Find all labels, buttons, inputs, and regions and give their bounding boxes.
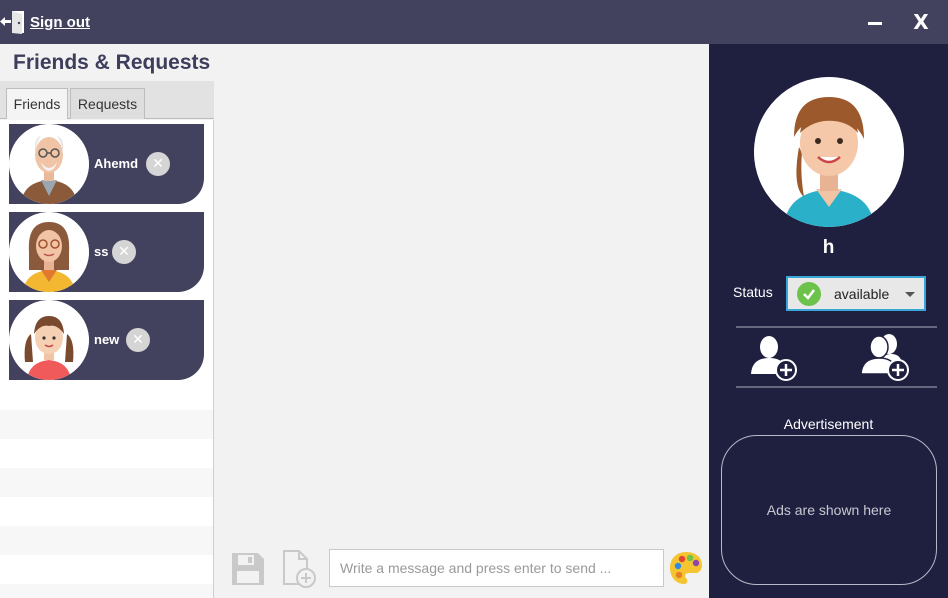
username: h <box>822 237 835 258</box>
woman-avatar[interactable] <box>754 77 904 227</box>
sign-out-button[interactable]: Sign out <box>0 8 90 36</box>
friend-item-new[interactable]: new ✕ <box>9 300 204 380</box>
friend-item-ahemd[interactable]: Ahemd ✕ <box>9 124 204 204</box>
ad-text: Ads are shown here <box>766 502 892 518</box>
friend-name: ss <box>94 244 109 259</box>
chevron-down-icon <box>905 292 915 297</box>
panel-title: Friends & Requests <box>13 51 211 74</box>
friend-name: Ahemd <box>94 156 139 171</box>
remove-friend-button[interactable]: ✕ <box>112 240 136 264</box>
chat-area <box>214 44 709 598</box>
friend-name: new <box>94 332 120 347</box>
ad-title: Advertisement <box>783 416 874 432</box>
message-input[interactable] <box>329 549 664 587</box>
add-friend-icon[interactable] <box>749 334 799 382</box>
tab-bar: Friends Requests <box>0 81 219 119</box>
divider <box>736 386 937 388</box>
close-icon: ✕ <box>152 156 164 172</box>
friends-list: Ahemd ✕ ss ✕ new ✕ <box>0 120 214 598</box>
minimize-icon <box>868 21 882 25</box>
status-value: available <box>834 285 890 302</box>
tab-requests[interactable]: Requests <box>70 88 145 119</box>
remove-friend-button[interactable]: ✕ <box>146 152 170 176</box>
close-button[interactable]: X <box>907 8 935 36</box>
close-icon: ✕ <box>132 332 144 348</box>
add-group-icon[interactable] <box>859 332 915 382</box>
friend-item-ss[interactable]: ss ✕ <box>9 212 204 292</box>
old-man-avatar <box>9 124 89 204</box>
divider <box>736 326 937 328</box>
friends-panel: Friends & Requests Friends Requests Ahem… <box>0 44 219 598</box>
check-icon <box>797 281 821 306</box>
girl-avatar <box>9 300 89 380</box>
door-exit-icon <box>0 11 24 34</box>
profile-panel: h Status available Advertisement Ads are… <box>709 44 948 598</box>
sign-out-label: Sign out <box>30 13 90 31</box>
remove-friend-button[interactable]: ✕ <box>126 328 150 352</box>
woman-glasses-avatar <box>9 212 89 292</box>
save-icon[interactable] <box>231 552 265 586</box>
ad-box: Ads are shown here <box>721 435 937 585</box>
status-label: Status <box>733 284 773 300</box>
status-dropdown[interactable]: available <box>786 276 926 311</box>
title-bar: Sign out X <box>0 0 948 44</box>
attach-file-icon[interactable] <box>282 550 318 588</box>
minimize-button[interactable] <box>861 8 889 36</box>
tab-friends[interactable]: Friends <box>6 88 68 119</box>
close-icon: ✕ <box>118 244 130 260</box>
close-label: X <box>913 10 929 34</box>
palette-icon[interactable] <box>669 550 703 586</box>
